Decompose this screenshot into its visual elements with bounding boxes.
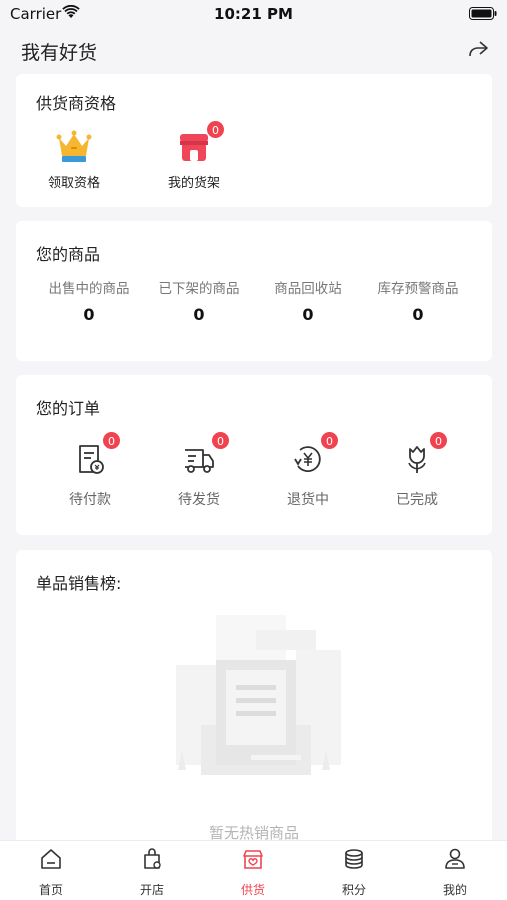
clock-time: 10:21 PM (214, 5, 293, 23)
stock-warning-stat[interactable]: 库存预警商品 0 (363, 277, 473, 324)
stat-value: 0 (302, 305, 314, 324)
bestseller-section-title: 单品销售榜: (36, 574, 122, 593)
stat-value: 0 (83, 305, 95, 324)
shelf-badge: 0 (206, 120, 225, 139)
share-icon[interactable] (467, 38, 489, 60)
claim-qualification-label: 领取资格 (47, 176, 100, 191)
supplier-section-title: 供货商资格 (36, 94, 117, 113)
products-card: 您的商品 出售中的商品 0 已下架的商品 0 商品回收站 0 库存预警商品 0 (16, 221, 492, 361)
tab-supply[interactable]: 供货 (213, 847, 293, 898)
returning-button[interactable]: 0 退货中 (258, 431, 358, 509)
recycle-bin-stat[interactable]: 商品回收站 0 (253, 277, 363, 324)
pending-shipment-badge: 0 (211, 431, 230, 450)
shop-icon (180, 134, 208, 161)
tab-mine-label: 我的 (442, 883, 467, 897)
orders-card: 您的订单 0 待付款 0 待发货 0 退货中 0 已完成 (16, 375, 492, 535)
truck-icon (185, 449, 214, 473)
empty-state-illustration (176, 615, 341, 775)
user-icon (445, 848, 465, 869)
tab-open-store[interactable]: 开店 (112, 847, 192, 898)
battery-icon (469, 7, 497, 20)
tab-points-label: 积分 (341, 883, 366, 897)
returning-badge: 0 (320, 431, 339, 450)
completed-badge: 0 (429, 431, 448, 450)
refund-icon (294, 446, 321, 472)
tab-home[interactable]: 首页 (11, 847, 91, 898)
tab-mine[interactable]: 我的 (415, 847, 495, 898)
stat-label: 已下架的商品 (158, 281, 240, 297)
store-bag-icon (144, 848, 161, 869)
coins-icon (345, 849, 363, 869)
tab-points[interactable]: 积分 (314, 847, 394, 898)
status-bar: Carrier 10:21 PM (0, 0, 507, 30)
flower-icon (408, 446, 426, 473)
supplier-qualification-card: 供货商资格 领取资格 0 我的货架 (16, 74, 492, 207)
returning-label: 退货中 (287, 492, 329, 508)
tab-open-store-label: 开店 (139, 883, 164, 897)
crown-icon (56, 130, 92, 162)
stat-value: 0 (193, 305, 205, 324)
stat-label: 库存预警商品 (377, 281, 459, 297)
my-shelf-label: 我的货架 (167, 176, 220, 191)
bottom-tab-bar: 首页 开店 供货 积分 我的 (0, 840, 507, 900)
supply-icon (243, 850, 263, 869)
completed-label: 已完成 (396, 492, 438, 508)
pending-payment-label: 待付款 (69, 492, 111, 508)
page-title: 我有好货 (21, 42, 98, 64)
pending-payment-button[interactable]: 0 待付款 (40, 431, 140, 509)
on-sale-stat[interactable]: 出售中的商品 0 (34, 277, 144, 324)
stat-value: 0 (412, 305, 424, 324)
pending-shipment-button[interactable]: 0 待发货 (149, 431, 249, 509)
delisted-stat[interactable]: 已下架的商品 0 (144, 277, 254, 324)
orders-section-title: 您的订单 (36, 399, 101, 418)
home-icon (41, 849, 61, 869)
tab-home-label: 首页 (38, 883, 63, 897)
tab-supply-label: 供货 (240, 883, 265, 897)
bill-icon (79, 445, 104, 474)
pending-payment-badge: 0 (102, 431, 121, 450)
bestseller-card: 单品销售榜: 暂无热销商品 (16, 550, 492, 850)
products-section-title: 您的商品 (36, 245, 101, 264)
stat-label: 出售中的商品 (48, 281, 130, 297)
stat-label: 商品回收站 (274, 281, 342, 297)
pending-shipment-label: 待发货 (178, 492, 220, 508)
completed-button[interactable]: 0 已完成 (367, 431, 467, 509)
